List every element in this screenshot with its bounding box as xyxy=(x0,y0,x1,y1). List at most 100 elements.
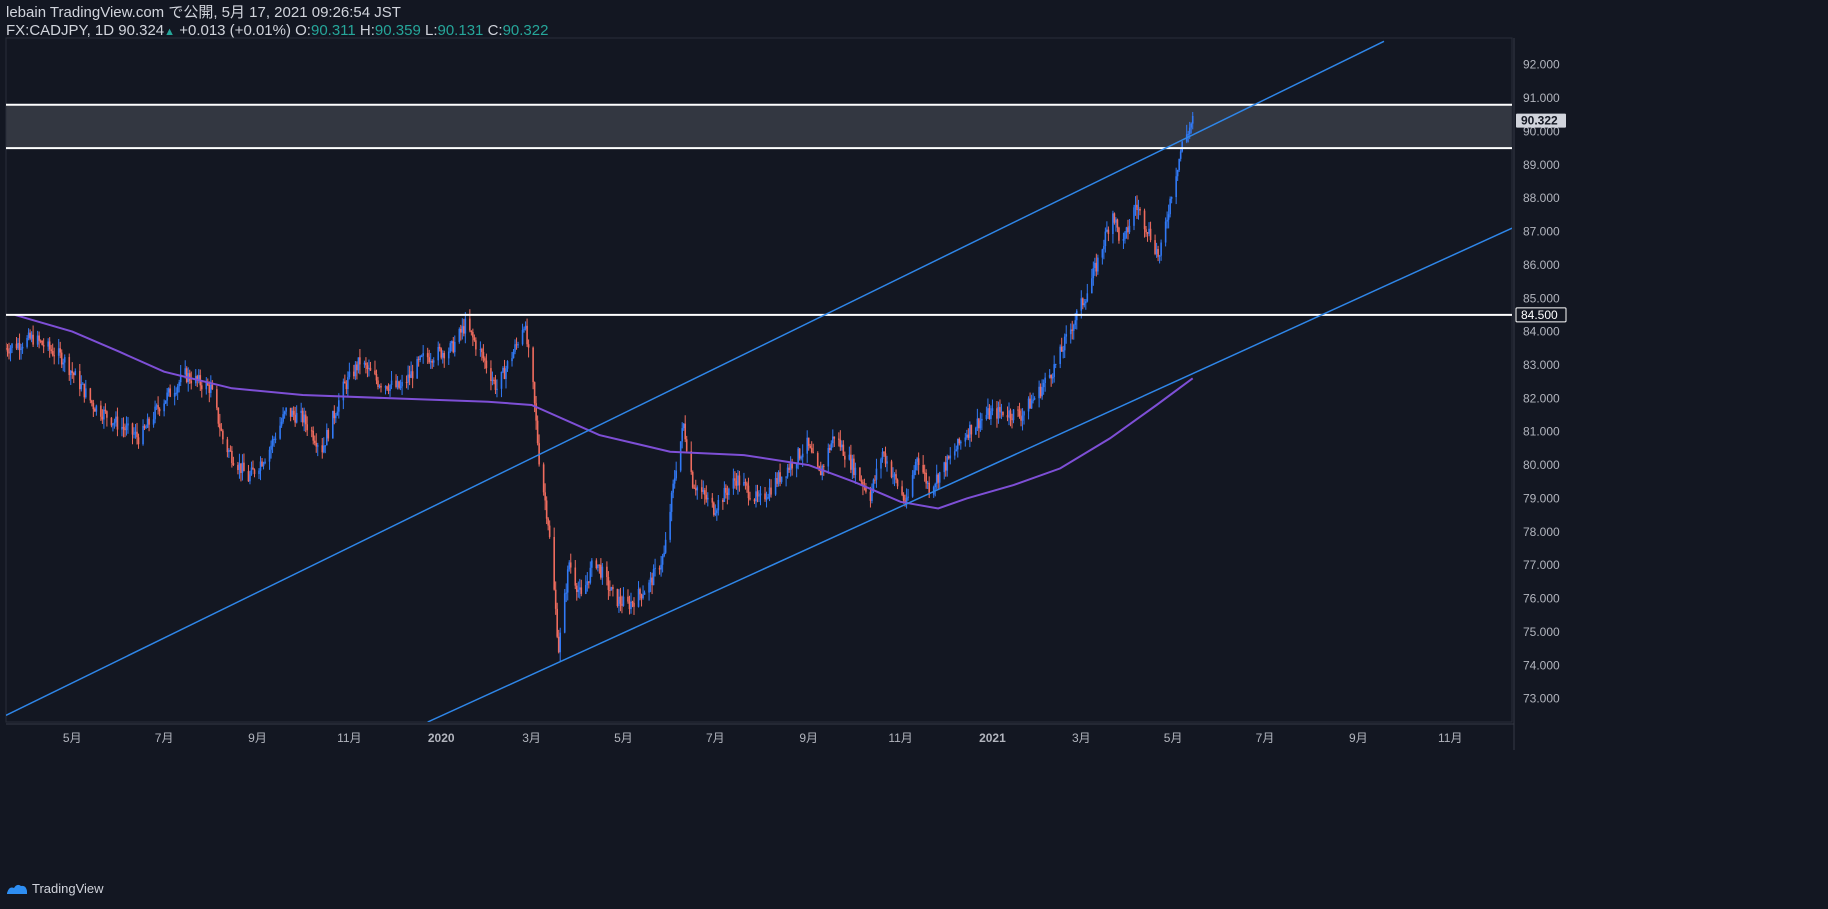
candle-body xyxy=(1134,204,1137,208)
candle-body xyxy=(71,370,74,373)
candle-body xyxy=(663,552,665,557)
candle-body xyxy=(1097,257,1099,272)
candle-body xyxy=(913,470,915,476)
candle-body xyxy=(17,342,19,349)
candle-body xyxy=(1125,227,1128,233)
candle-body xyxy=(755,491,757,502)
candle-body xyxy=(767,496,769,499)
candle-body xyxy=(654,567,656,569)
candle-body xyxy=(175,392,177,394)
candle-body xyxy=(264,461,266,464)
price-chart[interactable]: 73.000 74.000 75.000 76.000 77.000 78.000 79.0… xyxy=(0,0,1828,909)
candle-body xyxy=(700,487,703,492)
candle-body xyxy=(911,475,914,497)
candle-body xyxy=(417,359,420,361)
candle-body xyxy=(640,594,643,599)
candle-body xyxy=(464,318,467,334)
candle-body xyxy=(685,439,688,452)
moving-average-line xyxy=(14,313,1194,510)
candle-body xyxy=(450,341,453,344)
candle-body xyxy=(875,468,878,480)
price-tick-label: 74.000 xyxy=(1523,658,1560,672)
candle-body xyxy=(21,346,24,349)
candle-body xyxy=(228,450,230,453)
candle-body xyxy=(426,353,429,358)
candle-body xyxy=(1137,209,1140,211)
candle-body xyxy=(1157,249,1159,257)
candle-body xyxy=(301,410,304,423)
candle-body xyxy=(580,587,583,594)
candle-body xyxy=(491,379,494,382)
candle-body xyxy=(116,416,119,430)
candle-body xyxy=(398,381,400,389)
candle-body xyxy=(282,414,284,422)
candle-body xyxy=(1048,374,1051,378)
candle-body xyxy=(619,596,622,604)
candle-body xyxy=(1164,221,1167,243)
candle-body xyxy=(607,577,610,590)
candle-body xyxy=(747,485,750,499)
candle-body xyxy=(978,418,980,429)
candle-body xyxy=(1008,410,1010,418)
footer-brand[interactable]: TradingView xyxy=(6,881,104,896)
candle-body xyxy=(279,425,281,439)
candle-body xyxy=(681,428,683,442)
candle-body xyxy=(523,328,525,330)
candle-body xyxy=(851,458,854,470)
candle-body xyxy=(566,569,569,593)
candle-body xyxy=(345,383,348,390)
candle-body xyxy=(801,453,804,458)
candle-body xyxy=(595,560,598,569)
candle-body xyxy=(475,340,477,350)
time-axis[interactable]: 5月 7月 9月 11月 2020 3月 5月 7月 9月 11月 2021 3月 5月 7月 9月 11月 xyxy=(63,731,1463,745)
candle-body xyxy=(322,445,325,453)
candle-body xyxy=(494,379,497,390)
candle-body xyxy=(958,438,961,444)
candle-body xyxy=(1030,400,1033,409)
candle-body xyxy=(795,463,798,469)
candle-body xyxy=(1017,409,1019,411)
time-tick-label: 7月 xyxy=(706,731,725,745)
candle-body xyxy=(306,424,308,431)
candle-body xyxy=(664,539,667,553)
candle-body xyxy=(148,418,150,425)
candle-body xyxy=(1128,225,1131,233)
candle-body xyxy=(694,488,697,491)
candle-body xyxy=(500,371,503,389)
candle-body xyxy=(250,467,253,475)
candle-body xyxy=(131,423,134,435)
candle-body xyxy=(496,388,498,390)
candle-body xyxy=(1160,242,1162,256)
candle-body xyxy=(229,450,232,452)
candle-body xyxy=(485,360,488,369)
candle-body xyxy=(725,487,727,493)
candle-body xyxy=(556,608,558,637)
candle-body xyxy=(280,421,283,426)
candle-body xyxy=(1146,232,1149,234)
candle-body xyxy=(1002,411,1004,416)
candle-body xyxy=(89,388,92,401)
candle-body xyxy=(261,461,263,467)
candle-body xyxy=(440,348,443,358)
candle-body xyxy=(1009,410,1012,419)
candle-body xyxy=(321,445,324,453)
candle-body xyxy=(289,407,292,417)
candle-body xyxy=(313,440,316,443)
candle-body xyxy=(429,361,432,363)
candle-body xyxy=(502,367,504,372)
candle-body xyxy=(1095,262,1098,272)
candle-body xyxy=(601,566,604,578)
candle-body xyxy=(1091,278,1093,294)
candle-body xyxy=(327,429,330,439)
candle-body xyxy=(990,411,992,420)
candle-body xyxy=(734,478,736,481)
candle-body xyxy=(332,410,334,439)
candle-body xyxy=(210,384,212,393)
price-axis[interactable]: 73.000 74.000 75.000 76.000 77.000 78.000 79.0… xyxy=(1515,58,1567,706)
candle-body xyxy=(231,450,233,463)
candle-body xyxy=(1092,268,1095,279)
candle-body xyxy=(113,422,116,424)
candle-body xyxy=(547,518,549,526)
price-tick-label: 76.000 xyxy=(1523,592,1560,606)
candle-body xyxy=(788,467,790,470)
